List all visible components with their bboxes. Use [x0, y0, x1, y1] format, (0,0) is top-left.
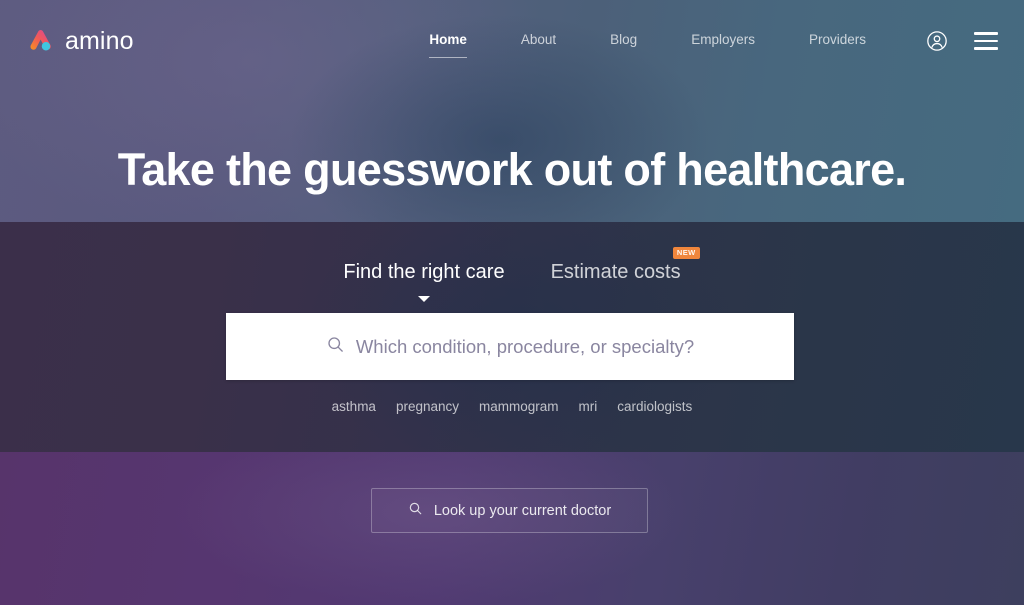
tab-estimate-costs[interactable]: Estimate costs NEW	[550, 247, 700, 288]
nav-item-providers[interactable]: Providers	[809, 28, 866, 54]
search-placeholder-text: Which condition, procedure, or specialty…	[355, 335, 695, 357]
nav-item-home[interactable]: Home	[429, 28, 467, 58]
new-badge: NEW	[672, 247, 700, 259]
page-title: Take the guesswork out of healthcare.	[117, 144, 907, 195]
tab-find-the-right-care[interactable]: Find the right care	[343, 261, 504, 288]
suggestion-mammogram[interactable]: mammogram	[479, 399, 559, 414]
search-input[interactable]: Which condition, procedure, or specialty…	[226, 313, 794, 380]
brand-logo[interactable]: amino	[26, 26, 134, 56]
page-root: amino Home About Blog Employers Provider…	[0, 0, 1024, 605]
tab-label: Estimate costs	[550, 261, 681, 283]
search-tabs: Find the right care Estimate costs NEW	[0, 222, 1024, 288]
suggestion-cardiologists[interactable]: cardiologists	[617, 399, 692, 414]
nav-item-blog[interactable]: Blog	[610, 28, 637, 54]
amino-logo-mark-icon	[26, 26, 56, 56]
look-up-doctor-label: Look up your current doctor	[433, 502, 612, 519]
nav-item-about[interactable]: About	[521, 28, 556, 54]
search-icon	[326, 335, 345, 359]
site-header: amino Home About Blog Employers Provider…	[0, 0, 1024, 82]
user-circle-icon[interactable]	[926, 30, 948, 52]
suggestion-asthma[interactable]: asthma	[332, 399, 376, 414]
search-icon	[408, 501, 423, 521]
nav-item-employers[interactable]: Employers	[691, 28, 755, 54]
suggestion-mri[interactable]: mri	[579, 399, 598, 414]
hamburger-menu-icon[interactable]	[974, 32, 998, 50]
doctor-lookup-section: Look up your current doctor	[0, 452, 1024, 605]
brand-name: amino	[65, 26, 134, 55]
suggestion-pregnancy[interactable]: pregnancy	[396, 399, 459, 414]
tab-label: Find the right care	[343, 261, 505, 283]
search-section: Find the right care Estimate costs NEW W…	[0, 222, 1024, 452]
header-icon-group	[926, 30, 998, 52]
main-navigation: Home About Blog Employers Providers	[429, 28, 998, 58]
search-suggestions: asthma pregnancy mammogram mri cardiolog…	[0, 399, 1024, 414]
look-up-doctor-button[interactable]: Look up your current doctor	[371, 488, 648, 533]
